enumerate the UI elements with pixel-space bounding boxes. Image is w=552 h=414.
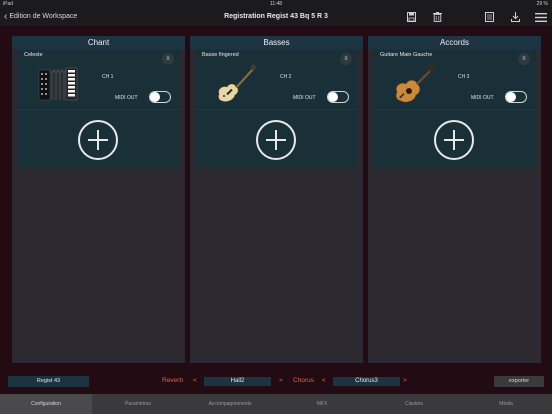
tab-claviers[interactable]: Claviers: [368, 394, 460, 414]
toggle-knob: [328, 92, 338, 102]
divider: [17, 109, 180, 110]
toggle-knob: [150, 92, 160, 102]
tab-media[interactable]: Média: [460, 394, 552, 414]
add-instrument-button[interactable]: [434, 120, 474, 160]
column-basses: Basses Basse fingered X CH 2 MIDI OUT: [190, 36, 363, 363]
workspace-area: Chant Celeste X CH 1 MIDI OUT Basses Bas…: [0, 26, 552, 370]
instrument-name: Celeste: [24, 52, 43, 58]
remove-button[interactable]: X: [340, 53, 352, 65]
document-icon[interactable]: [482, 11, 496, 23]
midi-out-label: MIDI OUT: [115, 95, 138, 101]
accordion-icon: [37, 64, 79, 104]
export-button[interactable]: exporter: [494, 376, 544, 387]
instrument-card[interactable]: Basse fingered X CH 2 MIDI OUT: [195, 50, 358, 168]
chorus-prev-button[interactable]: <: [322, 377, 326, 384]
column-accords: Accords Guitare Main Gauche X CH 3 MIDI …: [368, 36, 541, 363]
midi-out-label: MIDI OUT: [293, 95, 316, 101]
regist-button[interactable]: Regist 43: [8, 376, 89, 387]
reverb-prev-button[interactable]: <: [193, 377, 197, 384]
nav-bar: ‹ Edition de Workspace Registration Regi…: [0, 9, 552, 26]
midi-out-toggle[interactable]: [327, 91, 349, 103]
channel-label: CH 1: [102, 74, 114, 80]
instrument-card[interactable]: Celeste X CH 1 MIDI OUT: [17, 50, 180, 168]
add-instrument-button[interactable]: [256, 120, 296, 160]
clock: 11:48: [269, 1, 283, 7]
column-title: Chant: [12, 36, 185, 49]
divider: [195, 109, 358, 110]
instrument-name: Basse fingered: [202, 52, 239, 58]
tab-configuration[interactable]: Configuration: [0, 394, 92, 414]
channel-label: CH 2: [280, 74, 292, 80]
instrument-card[interactable]: Guitare Main Gauche X CH 3 MIDI OUT: [373, 50, 536, 168]
reverb-value[interactable]: Hall2: [204, 377, 271, 386]
trash-icon[interactable]: [430, 11, 444, 23]
channel-label: CH 3: [458, 74, 470, 80]
toggle-knob: [506, 92, 516, 102]
remove-button[interactable]: X: [518, 53, 530, 65]
tab-mfx[interactable]: MFX: [276, 394, 368, 414]
battery-label: 29 %: [536, 1, 548, 7]
midi-out-label: MIDI OUT: [471, 95, 494, 101]
tab-parametres[interactable]: Paramètres: [92, 394, 184, 414]
column-chant: Chant Celeste X CH 1 MIDI OUT: [12, 36, 185, 363]
bottom-controls: Regist 43 Reverb < Hall2 > Chorus < Chor…: [0, 370, 552, 394]
instrument-name: Guitare Main Gauche: [380, 52, 433, 58]
save-icon[interactable]: [404, 11, 418, 23]
download-icon[interactable]: [508, 11, 522, 23]
bass-guitar-icon: [215, 63, 258, 104]
chorus-label: Chorus: [293, 377, 314, 384]
menu-icon[interactable]: [534, 11, 548, 23]
midi-out-toggle[interactable]: [149, 91, 171, 103]
column-title: Basses: [190, 36, 363, 49]
tab-accompagnements[interactable]: Accompagnements: [184, 394, 276, 414]
reverb-next-button[interactable]: >: [279, 377, 283, 384]
acoustic-guitar-icon: [393, 63, 436, 104]
reverb-label: Reverb: [162, 377, 183, 384]
remove-button[interactable]: X: [162, 53, 174, 65]
tab-bar: Configuration Paramètres Accompagnements…: [0, 394, 552, 414]
status-bar: iPad 11:48 29 %: [0, 0, 552, 9]
midi-out-toggle[interactable]: [505, 91, 527, 103]
add-instrument-button[interactable]: [78, 120, 118, 160]
column-title: Accords: [368, 36, 541, 49]
chorus-value[interactable]: Chorus3: [333, 377, 400, 386]
toolbar: [404, 11, 548, 23]
divider: [373, 109, 536, 110]
chorus-next-button[interactable]: >: [403, 377, 407, 384]
